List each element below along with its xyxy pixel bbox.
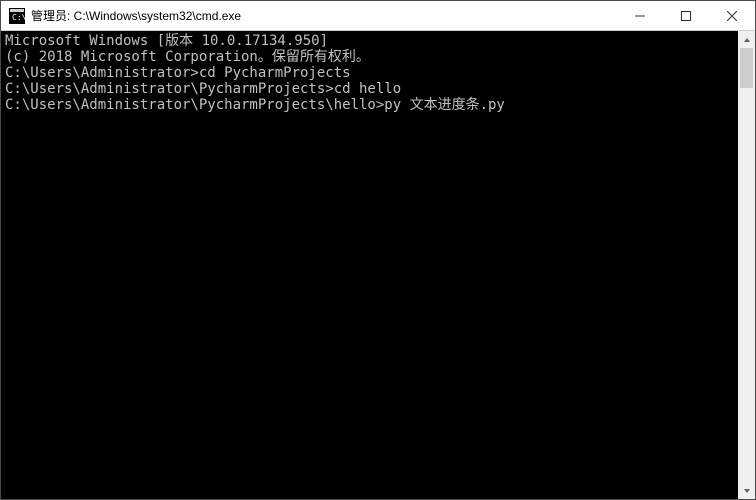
close-button[interactable] (709, 1, 755, 30)
scroll-down-button[interactable] (738, 482, 755, 499)
scroll-track[interactable] (738, 48, 755, 482)
cmd-window: C:\ 管理员: C:\Windows\system32\cmd.exe Mic… (0, 0, 756, 500)
terminal-output[interactable]: Microsoft Windows [版本 10.0.17134.950](c)… (1, 31, 738, 499)
terminal-line: Microsoft Windows [版本 10.0.17134.950] (5, 33, 734, 49)
titlebar[interactable]: C:\ 管理员: C:\Windows\system32\cmd.exe (1, 1, 755, 31)
terminal-line: C:\Users\Administrator\PycharmProjects>c… (5, 81, 734, 97)
vertical-scrollbar[interactable] (738, 31, 755, 499)
scroll-thumb[interactable] (740, 48, 753, 88)
terminal-line: C:\Users\Administrator\PycharmProjects\h… (5, 97, 734, 113)
svg-text:C:\: C:\ (12, 13, 25, 22)
maximize-button[interactable] (663, 1, 709, 30)
minimize-button[interactable] (617, 1, 663, 30)
scroll-up-button[interactable] (738, 31, 755, 48)
cmd-icon: C:\ (9, 8, 25, 24)
window-title: 管理员: C:\Windows\system32\cmd.exe (31, 7, 617, 24)
terminal-area: Microsoft Windows [版本 10.0.17134.950](c)… (1, 31, 755, 499)
window-controls (617, 1, 755, 30)
terminal-line: (c) 2018 Microsoft Corporation。保留所有权利。 (5, 49, 734, 65)
terminal-line: C:\Users\Administrator>cd PycharmProject… (5, 65, 734, 81)
